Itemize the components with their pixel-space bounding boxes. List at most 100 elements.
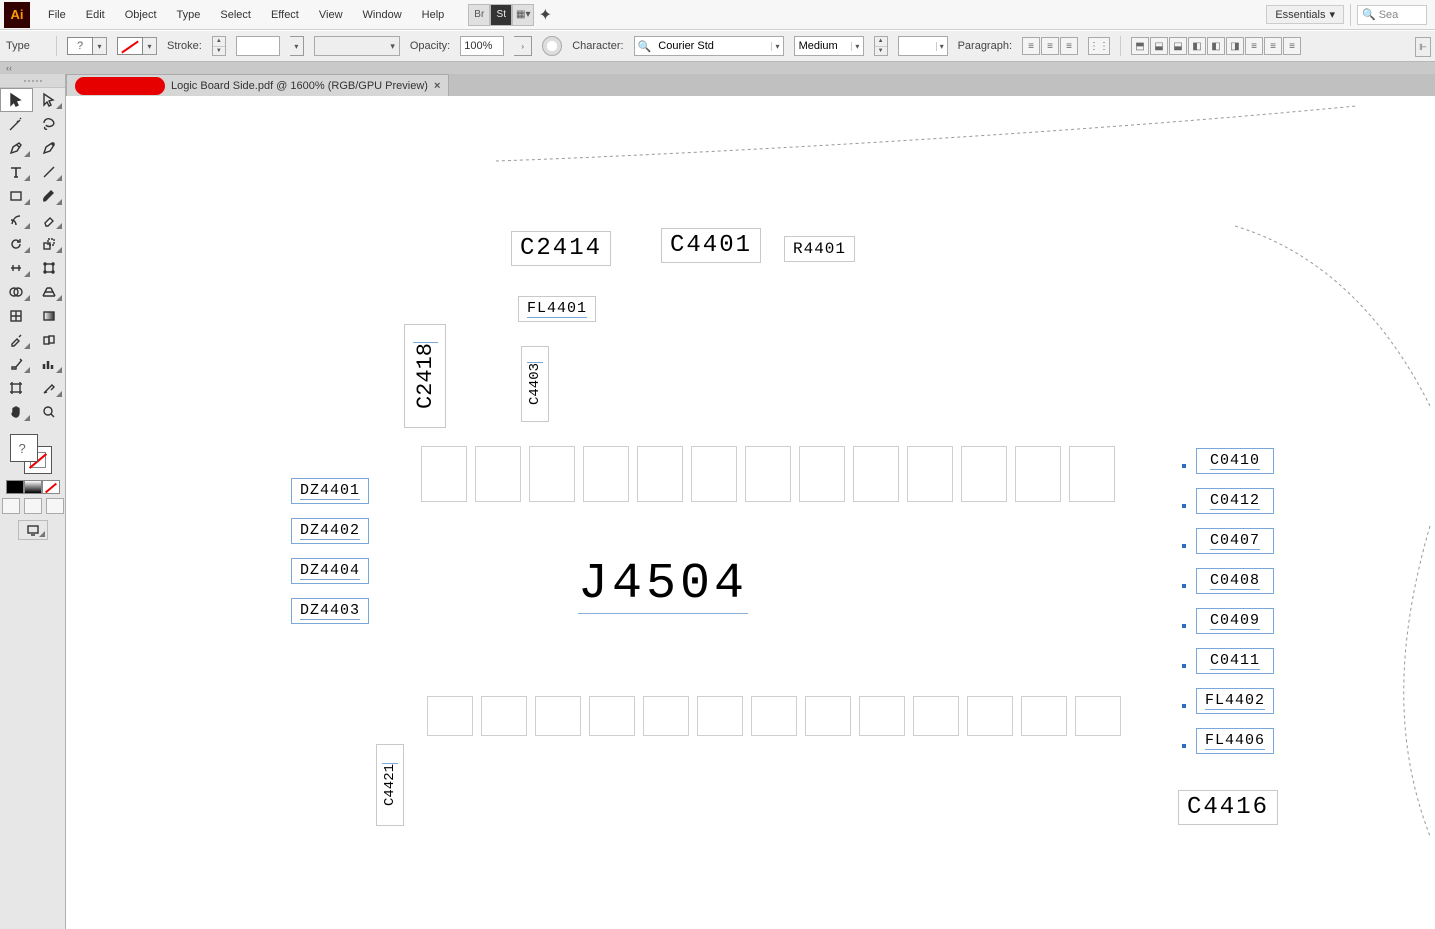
type-tool[interactable] <box>0 160 33 184</box>
eraser-tool[interactable] <box>33 208 66 232</box>
menu-object[interactable]: Object <box>115 9 167 21</box>
menu-file[interactable]: File <box>38 9 76 21</box>
component-label[interactable]: C4401 <box>661 228 761 263</box>
shaper-tool[interactable] <box>0 208 33 232</box>
component-label[interactable]: C0411 <box>1196 648 1274 674</box>
artboard-tool[interactable] <box>0 376 33 400</box>
shape-builder-tool[interactable] <box>0 280 33 304</box>
line-tool[interactable] <box>33 160 66 184</box>
zoom-tool[interactable] <box>33 400 66 424</box>
component-label[interactable]: C0412 <box>1196 488 1274 514</box>
symbol-sprayer-tool[interactable] <box>0 352 33 376</box>
align-left2-button[interactable]: ◧ <box>1188 37 1206 55</box>
align-right-button[interactable]: ≡ <box>1060 37 1078 55</box>
menu-select[interactable]: Select <box>210 9 261 21</box>
component-label[interactable]: FL4406 <box>1196 728 1274 754</box>
opacity-input[interactable]: 100% <box>460 36 504 56</box>
curvature-tool[interactable] <box>33 136 66 160</box>
brush-def-dropdown[interactable]: ▾ <box>314 36 400 56</box>
menu-effect[interactable]: Effect <box>261 9 309 21</box>
align-top-button[interactable]: ⬒ <box>1131 37 1149 55</box>
component-label[interactable]: FL4402 <box>1196 688 1274 714</box>
component-label[interactable]: C2414 <box>511 231 611 266</box>
mesh-tool[interactable] <box>0 304 33 328</box>
component-label[interactable]: R4401 <box>784 236 855 262</box>
rectangle-tool[interactable] <box>0 184 33 208</box>
selection-tool[interactable] <box>0 88 33 112</box>
document-canvas[interactable]: C2414 C4401 R4401 FL4732FL4731FL4404FL44… <box>66 96 1435 929</box>
component-label-vertical[interactable]: C4421 <box>376 744 404 826</box>
component-label[interactable]: C0408 <box>1196 568 1274 594</box>
paintbrush-tool[interactable] <box>33 184 66 208</box>
font-family-combo[interactable]: 🔍 ▾ <box>634 36 784 56</box>
rotate-tool[interactable] <box>0 232 33 256</box>
color-mode-gradient[interactable] <box>24 480 42 494</box>
screen-mode-button[interactable] <box>18 520 48 540</box>
draw-behind[interactable] <box>24 498 42 514</box>
align-center-button[interactable]: ≡ <box>1041 37 1059 55</box>
align-right2-button[interactable]: ◨ <box>1226 37 1244 55</box>
align-bottom-button[interactable]: ⬓ <box>1169 37 1187 55</box>
menu-type[interactable]: Type <box>167 9 211 21</box>
component-label[interactable]: C4416 <box>1178 790 1278 825</box>
component-label[interactable]: DZ4402 <box>291 518 369 544</box>
align-hmid-button[interactable]: ◧ <box>1207 37 1225 55</box>
stroke-weight-input[interactable] <box>236 36 280 56</box>
draw-normal[interactable] <box>2 498 20 514</box>
pen-tool[interactable] <box>0 136 33 160</box>
component-label[interactable]: DZ4404 <box>291 558 369 584</box>
component-label[interactable]: C0410 <box>1196 448 1274 474</box>
stroke-weight-dropdown[interactable]: ▾ <box>290 36 304 56</box>
color-mode-none[interactable] <box>42 480 60 494</box>
gradient-tool[interactable] <box>33 304 66 328</box>
workspace-switcher[interactable]: Essentials ▾ <box>1266 5 1344 24</box>
menu-edit[interactable]: Edit <box>76 9 115 21</box>
bullets-icon[interactable]: ⋮⋮ <box>1088 37 1110 55</box>
arrange-docs-icon[interactable]: ▦▾ <box>512 4 534 26</box>
component-label[interactable]: C0407 <box>1196 528 1274 554</box>
fill-dropdown[interactable]: ▾ <box>93 37 107 55</box>
blend-tool[interactable] <box>33 328 66 352</box>
dist-bot-button[interactable]: ≡ <box>1283 37 1301 55</box>
options-expand-button[interactable]: ⊩ <box>1415 37 1431 57</box>
fill-stroke-control[interactable] <box>6 430 60 474</box>
column-graph-tool[interactable] <box>33 352 66 376</box>
menu-view[interactable]: View <box>309 9 353 21</box>
opacity-popup[interactable]: › <box>514 36 532 56</box>
connector-designator[interactable]: J4504 <box>578 556 748 614</box>
font-style-input[interactable] <box>795 40 852 52</box>
bridge-icon[interactable]: Br <box>468 4 490 26</box>
free-transform-tool[interactable] <box>33 256 66 280</box>
component-label[interactable]: FL4401 <box>518 296 596 322</box>
font-size-stepper[interactable]: ▲▼ <box>874 36 888 56</box>
scale-tool[interactable] <box>33 232 66 256</box>
stroke-dropdown[interactable]: ▾ <box>143 37 157 55</box>
lasso-tool[interactable] <box>33 112 66 136</box>
color-mode-solid[interactable] <box>6 480 24 494</box>
align-left-button[interactable]: ≡ <box>1022 37 1040 55</box>
fill-color-swatch[interactable] <box>10 434 38 462</box>
menu-help[interactable]: Help <box>412 9 455 21</box>
close-icon[interactable]: × <box>434 80 440 92</box>
font-style-combo[interactable]: ▾ <box>794 36 864 56</box>
recolor-icon[interactable] <box>542 36 562 56</box>
stroke-weight-stepper[interactable]: ▲▼ <box>212 36 226 56</box>
gpu-icon[interactable]: ✦ <box>534 4 556 26</box>
panel-grip[interactable] <box>0 74 65 88</box>
eyedropper-tool[interactable] <box>0 328 33 352</box>
direct-selection-tool[interactable] <box>33 88 66 112</box>
draw-inside[interactable] <box>46 498 64 514</box>
align-vmid-button[interactable]: ⬓ <box>1150 37 1168 55</box>
hand-tool[interactable] <box>0 400 33 424</box>
component-label-vertical[interactable]: C4403 <box>521 346 549 422</box>
search-input[interactable]: 🔍 Sea <box>1357 5 1427 25</box>
stock-icon[interactable]: St <box>490 4 512 26</box>
magic-wand-tool[interactable] <box>0 112 33 136</box>
component-label[interactable]: DZ4403 <box>291 598 369 624</box>
font-size-input[interactable] <box>899 40 936 52</box>
fill-swatch[interactable] <box>67 37 93 55</box>
perspective-grid-tool[interactable] <box>33 280 66 304</box>
component-label[interactable]: C0409 <box>1196 608 1274 634</box>
stroke-swatch[interactable] <box>117 37 143 55</box>
dist-mid-button[interactable]: ≡ <box>1264 37 1282 55</box>
